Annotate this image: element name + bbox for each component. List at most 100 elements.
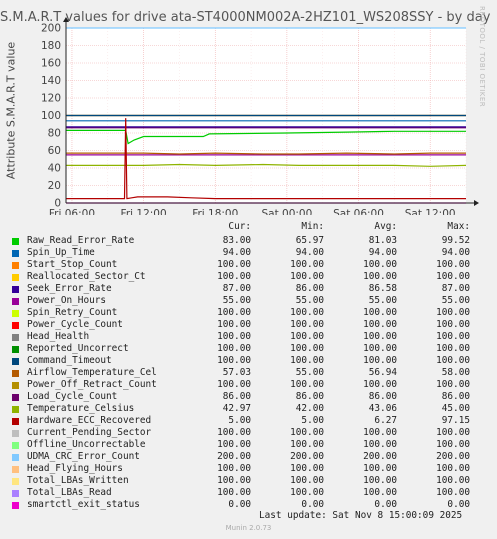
legend-value-cur: 100.00	[217, 439, 251, 450]
legend-value-max: 100.00	[436, 463, 470, 474]
legend-swatch	[12, 298, 19, 305]
legend-value-min: 86.00	[295, 391, 324, 402]
legend-value-avg: 100.00	[363, 427, 397, 438]
legend-row: Head_Flying_Hours 100.00 100.00 100.00 100.0…	[12, 463, 482, 475]
legend-value-max: 100.00	[436, 439, 470, 450]
munin-version: Munin 2.0.73	[225, 524, 272, 532]
legend-series-name: Reported_Uncorrect	[27, 343, 129, 354]
legend-value-min: 100.00	[290, 439, 324, 450]
legend-series-name: smartctl_exit_status	[27, 499, 140, 510]
x-tick-label: Sat 12:00	[405, 208, 456, 215]
legend-value-min: 100.00	[290, 475, 324, 486]
legend-value-cur: 55.00	[222, 295, 251, 306]
legend-row: Power_Cycle_Count 100.00 100.00 100.00 100.0…	[12, 319, 482, 331]
legend-row: Hardware_ECC_Recovered 5.00 5.00 6.27 97.15	[12, 415, 482, 427]
legend-value-min: 100.00	[290, 487, 324, 498]
legend-swatch	[12, 346, 19, 353]
legend-value-max: 86.00	[441, 391, 470, 402]
legend-value-max: 100.00	[436, 487, 470, 498]
legend-series-name: Power_Off_Retract_Count	[27, 379, 157, 390]
legend-swatch	[12, 310, 19, 317]
legend-value-cur: 100.00	[217, 379, 251, 390]
legend-swatch	[12, 502, 19, 509]
legend-value-max: 87.00	[441, 283, 470, 294]
legend-swatch	[12, 358, 19, 365]
legend-header-cur: Cur:	[228, 221, 251, 232]
legend-value-cur: 0.00	[228, 499, 251, 510]
legend-value-cur: 100.00	[217, 343, 251, 354]
legend-row: Start_Stop_Count 100.00 100.00 100.00 100.00	[12, 259, 482, 271]
legend-swatch	[12, 334, 19, 341]
legend-row: Airflow_Temperature_Cel 57.03 55.00 56.94 58…	[12, 367, 482, 379]
legend-swatch	[12, 430, 19, 437]
legend-value-max: 100.00	[436, 307, 470, 318]
legend-series-name: Temperature_Celsius	[27, 403, 135, 414]
legend-value-max: 97.15	[441, 415, 470, 426]
legend-row: Total_LBAs_Written 100.00 100.00 100.00 100.…	[12, 475, 482, 487]
legend-swatch	[12, 490, 19, 497]
legend-value-max: 200.00	[436, 451, 470, 462]
y-tick-label: 200	[41, 23, 61, 35]
legend-swatch	[12, 370, 19, 377]
y-tick-label: 140	[41, 75, 61, 87]
legend-swatch	[12, 418, 19, 425]
legend-row: Load_Cycle_Count 86.00 86.00 86.00 86.00	[12, 391, 482, 403]
legend-series-name: Airflow_Temperature_Cel	[27, 367, 157, 378]
y-tick-label: 100	[41, 110, 61, 122]
legend-value-cur: 94.00	[222, 247, 251, 258]
legend-value-avg: 86.58	[368, 283, 397, 294]
legend-value-cur: 87.00	[222, 283, 251, 294]
x-tick-label: Fri 06:00	[49, 208, 95, 215]
legend-value-cur: 100.00	[217, 487, 251, 498]
legend-row: Head_Health 100.00 100.00 100.00 100.00	[12, 331, 482, 343]
x-tick-label: Fri 12:00	[121, 208, 167, 215]
legend-value-min: 100.00	[290, 271, 324, 282]
legend-value-cur: 100.00	[217, 355, 251, 366]
legend-series-name: Reallocated_Sector_Ct	[27, 271, 146, 282]
x-tick-label: Sat 00:00	[261, 208, 312, 215]
legend-value-cur: 100.00	[217, 331, 251, 342]
legend-value-max: 45.00	[441, 403, 470, 414]
legend-value-cur: 5.00	[228, 415, 251, 426]
legend-value-max: 100.00	[436, 259, 470, 270]
legend-value-cur: 100.00	[217, 427, 251, 438]
legend-value-max: 100.00	[436, 271, 470, 282]
legend-series-name: Current_Pending_Sector	[27, 427, 152, 438]
legend-series-name: Raw_Read_Error_Rate	[27, 235, 135, 246]
legend-value-cur: 83.00	[222, 235, 251, 246]
legend-value-cur: 100.00	[217, 307, 251, 318]
legend-row: Spin_Retry_Count 100.00 100.00 100.00 100.00	[12, 307, 482, 319]
legend-series-name: Command_Timeout	[27, 355, 112, 366]
legend-row: Reported_Uncorrect 100.00 100.00 100.00 100.…	[12, 343, 482, 355]
legend-value-min: 5.00	[301, 415, 324, 426]
legend-swatch	[12, 382, 19, 389]
legend-value-avg: 100.00	[363, 463, 397, 474]
legend-value-avg: 100.00	[363, 379, 397, 390]
legend-value-avg: 100.00	[363, 319, 397, 330]
legend-swatch	[12, 238, 19, 245]
legend-swatch	[12, 286, 19, 293]
legend-value-min: 100.00	[290, 331, 324, 342]
legend-value-avg: 100.00	[363, 487, 397, 498]
legend-swatch	[12, 274, 19, 281]
legend-series-name: Start_Stop_Count	[27, 259, 118, 270]
legend-value-avg: 55.00	[368, 295, 397, 306]
legend-value-cur: 100.00	[217, 463, 251, 474]
legend-swatch	[12, 442, 19, 449]
legend-value-min: 100.00	[290, 319, 324, 330]
y-tick-label: 160	[41, 58, 61, 70]
legend-series-name: Power_Cycle_Count	[27, 319, 123, 330]
legend-value-avg: 200.00	[363, 451, 397, 462]
x-axis-arrow	[474, 200, 479, 206]
legend-series-name: Head_Flying_Hours	[27, 463, 123, 474]
legend-value-min: 100.00	[290, 343, 324, 354]
legend-series-name: Power_On_Hours	[27, 295, 107, 306]
legend-value-min: 55.00	[295, 295, 324, 306]
legend-value-min: 94.00	[295, 247, 324, 258]
legend-value-cur: 100.00	[217, 319, 251, 330]
legend-value-max: 100.00	[436, 319, 470, 330]
legend-header-avg: Avg:	[374, 221, 397, 232]
legend-series-name: Offline_Uncorrectable	[27, 439, 146, 450]
legend-swatch	[12, 406, 19, 413]
legend-row: Power_On_Hours 55.00 55.00 55.00 55.00	[12, 295, 482, 307]
